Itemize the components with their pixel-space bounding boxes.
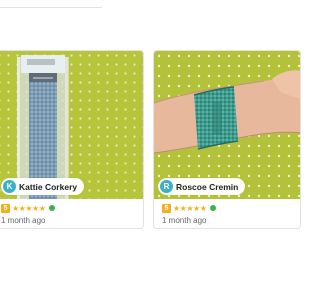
review-photo[interactable]: K Kattie Corkery [0, 51, 143, 199]
rating: 5 ★★★★★ [162, 203, 300, 213]
author-chip[interactable]: R Roscoe Cremin [158, 178, 246, 195]
verified-badge-icon [210, 205, 217, 211]
review-card[interactable]: K Kattie Corkery 5 ★★★★★ 1 month ago 0 0 [0, 50, 144, 229]
star-rating: ★★★★★ [173, 203, 207, 213]
review-time: 1 month ago [162, 216, 207, 225]
author-chip[interactable]: K Kattie Corkery [1, 178, 85, 195]
rating-score-badge: 5 [162, 203, 171, 213]
review-photo[interactable]: R Roscoe Cremin [154, 51, 300, 199]
avatar: K [3, 180, 16, 193]
avatar: R [160, 180, 173, 193]
review-time: 1 month ago [1, 216, 46, 225]
review-card[interactable]: R Roscoe Cremin 5 ★★★★★ 1 month ago 0 0 [153, 50, 301, 229]
star-rating: ★★★★★ [12, 203, 46, 213]
rating-score-badge: 5 [1, 203, 10, 213]
divider [0, 7, 102, 8]
rating: 5 ★★★★★ [1, 203, 143, 213]
author-name[interactable]: Kattie Corkery [19, 182, 77, 192]
author-name[interactable]: Roscoe Cremin [176, 182, 238, 192]
verified-badge-icon [49, 205, 56, 211]
